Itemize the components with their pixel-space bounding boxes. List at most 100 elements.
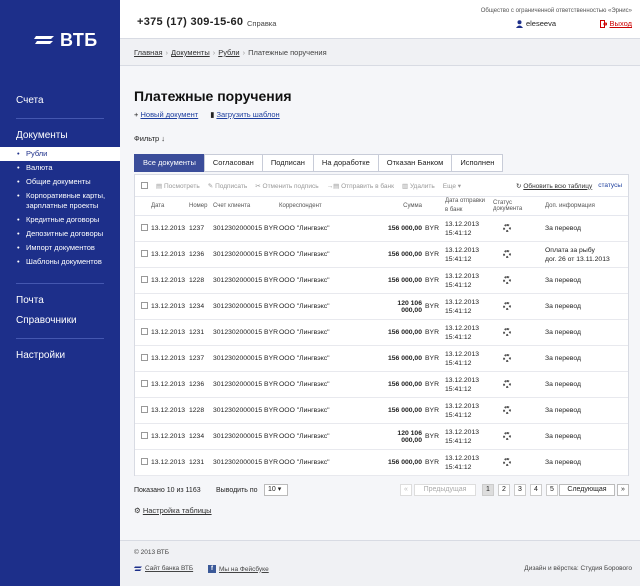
page-button[interactable]: 4	[530, 484, 542, 496]
col-sent-date[interactable]: Дата отправки в банк	[445, 197, 493, 216]
table-settings-button[interactable]: ⚙ Настройка таблицы	[134, 506, 212, 515]
logout-button[interactable]: Выход	[599, 19, 632, 28]
tab-signed[interactable]: Подписан	[261, 154, 314, 172]
select-all-checkbox[interactable]	[141, 182, 148, 189]
nav-sub-rubles[interactable]: Рубли	[0, 147, 120, 161]
breadcrumb-home[interactable]: Главная	[134, 48, 163, 57]
more-button[interactable]: Еще ▾	[443, 182, 461, 190]
row-checkbox[interactable]	[141, 302, 148, 309]
next-page-button[interactable]: Следующая	[559, 484, 615, 496]
table-row[interactable]: 13.12.2013 1236 3012302000015 BYR ООО "Линг…	[135, 371, 628, 398]
nav-sub-templates[interactable]: Шаблоны документов	[0, 255, 120, 269]
cell-currency: BYR	[425, 241, 445, 268]
nav-sub-corporate-cards[interactable]: Корпоративные карты, зарплатные проекты	[0, 189, 120, 213]
tab-rework[interactable]: На доработке	[312, 154, 379, 172]
sign-button[interactable]: ✎ Подписать	[208, 182, 247, 190]
table-row[interactable]: 13.12.2013 1231 3012302000015 BYR ООО "Линг…	[135, 319, 628, 346]
row-checkbox[interactable]	[141, 432, 148, 439]
page-title: Платежные поручения	[134, 88, 292, 104]
view-button[interactable]: ▤ Посмотреть	[156, 182, 200, 190]
bookmark-icon: ▮	[210, 110, 215, 119]
breadcrumb-rubles[interactable]: Рубли	[218, 48, 239, 57]
table-row[interactable]: 13.12.2013 1228 3012302000015 BYR ООО "Линг…	[135, 267, 628, 294]
processing-icon	[503, 405, 511, 414]
cell-sum: 120 106 000,00	[375, 423, 425, 450]
unsign-button[interactable]: ✂ Отменить подпись	[255, 182, 318, 190]
col-date[interactable]: Дата	[151, 197, 189, 216]
page-button[interactable]: 5	[546, 484, 558, 496]
cell-account: 3012302000015 BYR	[213, 397, 279, 424]
tab-rejected[interactable]: Отказан Банком	[377, 154, 453, 172]
nav-sub-deposit-contracts[interactable]: Депозитные договоры	[0, 227, 120, 241]
row-checkbox[interactable]	[141, 380, 148, 387]
per-page-select[interactable]: 10 ▾	[264, 484, 288, 496]
breadcrumb-separator: ›	[212, 48, 216, 57]
user-info[interactable]: eleseeva	[515, 19, 556, 28]
filter-toggle[interactable]: Фильтр ↓	[134, 134, 165, 143]
refresh-label: Обновить всю таблицу	[523, 182, 593, 190]
col-status[interactable]: Статус документа	[493, 197, 545, 216]
prev-page-button[interactable]: Предыдущая	[414, 484, 476, 496]
row-checkbox[interactable]	[141, 406, 148, 413]
cell-account: 3012302000015 BYR	[213, 241, 279, 268]
nav-accounts[interactable]: Счета	[0, 92, 120, 110]
row-checkbox[interactable]	[141, 224, 148, 231]
processing-icon	[503, 223, 511, 232]
nav-sub-currency[interactable]: Валюта	[0, 161, 120, 175]
col-correspondent[interactable]: Корреспондент	[279, 197, 375, 216]
prev-arrow-button[interactable]: «	[400, 484, 412, 496]
page-button[interactable]: 3	[514, 484, 526, 496]
table-row[interactable]: 13.12.2013 1228 3012302000015 BYR ООО "Линг…	[135, 397, 628, 424]
pagination: Показано 10 из 1163 Выводить по 10 ▾ « П…	[134, 484, 629, 498]
new-document-button[interactable]: + Новый документ	[134, 110, 198, 119]
row-checkbox[interactable]	[141, 328, 148, 335]
table-row[interactable]: 13.12.2013 1234 3012302000015 BYR ООО "Линг…	[135, 423, 628, 450]
bank-site-link[interactable]: Сайт банка ВТБ	[134, 565, 193, 572]
row-checkbox[interactable]	[141, 458, 148, 465]
tab-executed[interactable]: Исполнен	[451, 154, 504, 172]
table-row[interactable]: 13.12.2013 1237 3012302000015 BYR ООО "Линг…	[135, 215, 628, 242]
breadcrumb-documents[interactable]: Документы	[171, 48, 210, 57]
delete-button[interactable]: ▥ Удалить	[402, 182, 435, 190]
page-button[interactable]: 2	[498, 484, 510, 496]
nav-settings[interactable]: Настройки	[0, 347, 120, 365]
table-row[interactable]: 13.12.2013 1234 3012302000015 BYR ООО "Линг…	[135, 293, 628, 320]
facebook-icon: f	[208, 565, 216, 573]
send-button[interactable]: →▤ Отправить в банк	[327, 182, 394, 190]
cell-number: 1228	[189, 397, 213, 424]
col-account[interactable]: Счет клиента	[213, 197, 279, 216]
cell-info: Оплата за рыбу дог. 26 от 13.11.2013	[545, 241, 628, 268]
nav-references[interactable]: Справочники	[0, 312, 120, 330]
main-content: Платежные поручения + Новый документ ▮ З…	[120, 66, 640, 540]
cell-number: 1228	[189, 267, 213, 294]
table-row[interactable]: 13.12.2013 1231 3012302000015 BYR ООО "Линг…	[135, 449, 628, 476]
col-number[interactable]: Номер	[189, 197, 213, 216]
row-checkbox[interactable]	[141, 354, 148, 361]
tab-agreed[interactable]: Согласован	[203, 154, 263, 172]
facebook-link[interactable]: f Мы на Фейсбуке	[208, 565, 269, 573]
col-info[interactable]: Доп. информация	[545, 197, 628, 216]
nav-documents[interactable]: Документы	[0, 127, 120, 145]
cell-info: За перевод	[545, 215, 628, 242]
help-link[interactable]: Справка	[247, 19, 276, 28]
refresh-button[interactable]: ↻ Обновить всю таблицу	[516, 182, 592, 190]
nav-sub-credit-contracts[interactable]: Кредитные договоры	[0, 213, 120, 227]
page-button[interactable]: 1	[482, 484, 494, 496]
row-checkbox[interactable]	[141, 276, 148, 283]
col-sum[interactable]: Сумма	[375, 197, 425, 216]
cell-correspondent: ООО "Лингвэкс"	[279, 215, 375, 242]
cell-info: За перевод	[545, 345, 628, 372]
table-row[interactable]: 13.12.2013 1236 3012302000015 BYR ООО "Линг…	[135, 241, 628, 268]
next-arrow-button[interactable]: »	[617, 484, 629, 496]
nav-mail[interactable]: Почта	[0, 292, 120, 310]
tab-all-documents[interactable]: Все документы	[134, 154, 205, 172]
cell-status	[493, 449, 545, 476]
load-template-button[interactable]: ▮ Загрузить шаблон	[210, 110, 279, 119]
row-checkbox[interactable]	[141, 250, 148, 257]
nav-sub-general-docs[interactable]: Общие документы	[0, 175, 120, 189]
statuses-link[interactable]: статусы	[598, 182, 622, 190]
table-row[interactable]: 13.12.2013 1237 3012302000015 BYR ООО "Линг…	[135, 345, 628, 372]
nav-sub-import[interactable]: Импорт документов	[0, 241, 120, 255]
gear-icon: ⚙	[134, 506, 141, 515]
vtb-logo[interactable]: ВТБ	[34, 30, 98, 51]
